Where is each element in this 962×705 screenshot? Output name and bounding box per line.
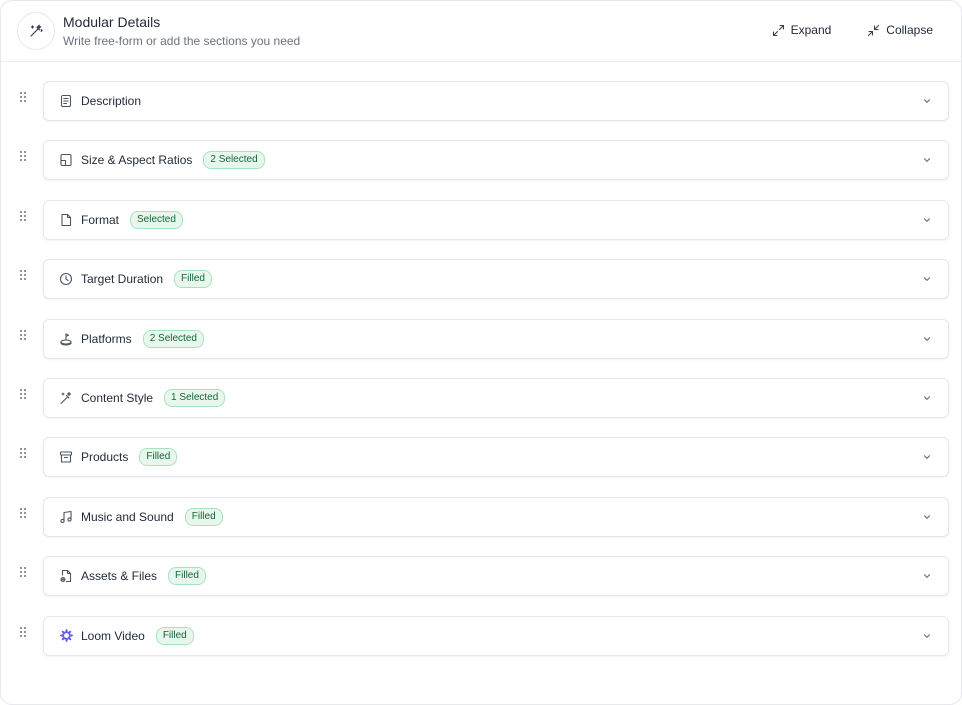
drag-handle-icon[interactable] [18,626,28,638]
section-list: Description Size & Aspect Ratios 2 Selec… [1,81,961,675]
section-row: Content Style 1 Selected [1,377,961,418]
drag-handle-icon[interactable] [18,329,28,341]
section-row: Description [1,81,961,121]
document-text-icon [58,93,74,109]
section-card-content-style[interactable]: Content Style 1 Selected [43,377,949,418]
panel-header: Modular Details Write free-form or add t… [1,1,961,62]
chevron-down-icon[interactable] [922,215,932,225]
chevron-down-icon[interactable] [922,96,932,106]
section-label: Products [81,450,129,465]
section-row: Size & Aspect Ratios 2 Selected [1,140,961,181]
section-label: Target Duration [81,272,164,287]
drag-handle-icon[interactable] [18,507,28,519]
joystick-icon [58,331,74,347]
collapse-icon [868,24,880,36]
drag-handle-icon[interactable] [18,91,28,103]
expand-icon [772,24,784,36]
page-subtitle: Write free-form or add the sections you … [63,34,301,48]
section-row: Target Duration Filled [1,259,961,300]
expand-label: Expand [790,23,832,37]
status-badge: Filled [174,270,212,289]
status-badge: Selected [130,210,183,229]
section-row: Products Filled [1,437,961,478]
drag-handle-icon[interactable] [18,210,28,222]
section-row: Format Selected [1,199,961,240]
section-row: Music and Sound Filled [1,496,961,537]
section-label: Content Style [81,390,154,405]
section-card-target-duration[interactable]: Target Duration Filled [43,259,949,300]
section-label: Music and Sound [81,509,174,524]
section-row: Platforms 2 Selected [1,318,961,359]
header-text: Modular Details Write free-form or add t… [63,13,300,49]
magic-wand-icon [58,390,74,406]
section-card-description[interactable]: Description [43,81,949,121]
header-actions: Expand Collapse [772,23,933,37]
modular-details-panel: Modular Details Write free-form or add t… [0,0,962,705]
section-label: Loom Video [81,628,145,643]
collapse-button[interactable]: Collapse [867,23,933,37]
status-badge: 2 Selected [203,151,265,170]
chevron-down-icon[interactable] [922,393,932,403]
chevron-down-icon[interactable] [922,512,932,522]
status-badge: 2 Selected [142,329,204,348]
section-card-format[interactable]: Format Selected [43,199,949,240]
status-badge: Filled [184,507,223,526]
drag-handle-icon[interactable] [18,447,28,459]
expand-button[interactable]: Expand [772,23,832,37]
clock-icon [58,271,74,287]
drag-handle-icon[interactable] [18,388,28,400]
aspect-ratio-icon [58,152,74,168]
status-badge: Filled [168,567,206,586]
status-badge: Filled [155,626,194,645]
section-label: Platforms [81,331,132,346]
section-row: Loom Video Filled [1,615,961,656]
page-title: Modular Details [63,14,161,30]
section-row: Assets & Files Filled [1,556,961,597]
drag-handle-icon[interactable] [18,269,28,281]
drag-handle-icon[interactable] [18,150,28,162]
section-card-products[interactable]: Products Filled [43,437,949,478]
section-label: Description [81,94,142,108]
section-card-size-aspect-ratios[interactable]: Size & Aspect Ratios 2 Selected [43,140,949,181]
music-note-icon [58,509,74,525]
section-label: Format [81,212,120,227]
file-attachment-icon [58,568,74,584]
chevron-down-icon[interactable] [922,274,932,284]
collapse-label: Collapse [886,23,933,37]
chevron-down-icon[interactable] [922,571,932,581]
section-label: Size & Aspect Ratios [81,153,193,168]
chevron-down-icon[interactable] [922,452,932,462]
chevron-down-icon[interactable] [922,334,932,344]
loom-logo-icon [58,628,74,644]
status-badge: 1 Selected [164,388,226,407]
archive-box-icon [58,449,74,465]
chevron-down-icon[interactable] [922,631,932,641]
status-badge: Filled [139,448,178,467]
section-label: Assets & Files [81,569,158,584]
drag-handle-icon[interactable] [18,566,28,578]
section-card-assets-files[interactable]: Assets & Files Filled [43,556,949,597]
magic-wand-icon [17,12,55,50]
section-card-music-and-sound[interactable]: Music and Sound Filled [43,496,949,537]
file-icon [58,212,74,228]
chevron-down-icon[interactable] [922,155,932,165]
section-card-platforms[interactable]: Platforms 2 Selected [43,318,949,359]
section-card-loom-video[interactable]: Loom Video Filled [43,615,949,656]
